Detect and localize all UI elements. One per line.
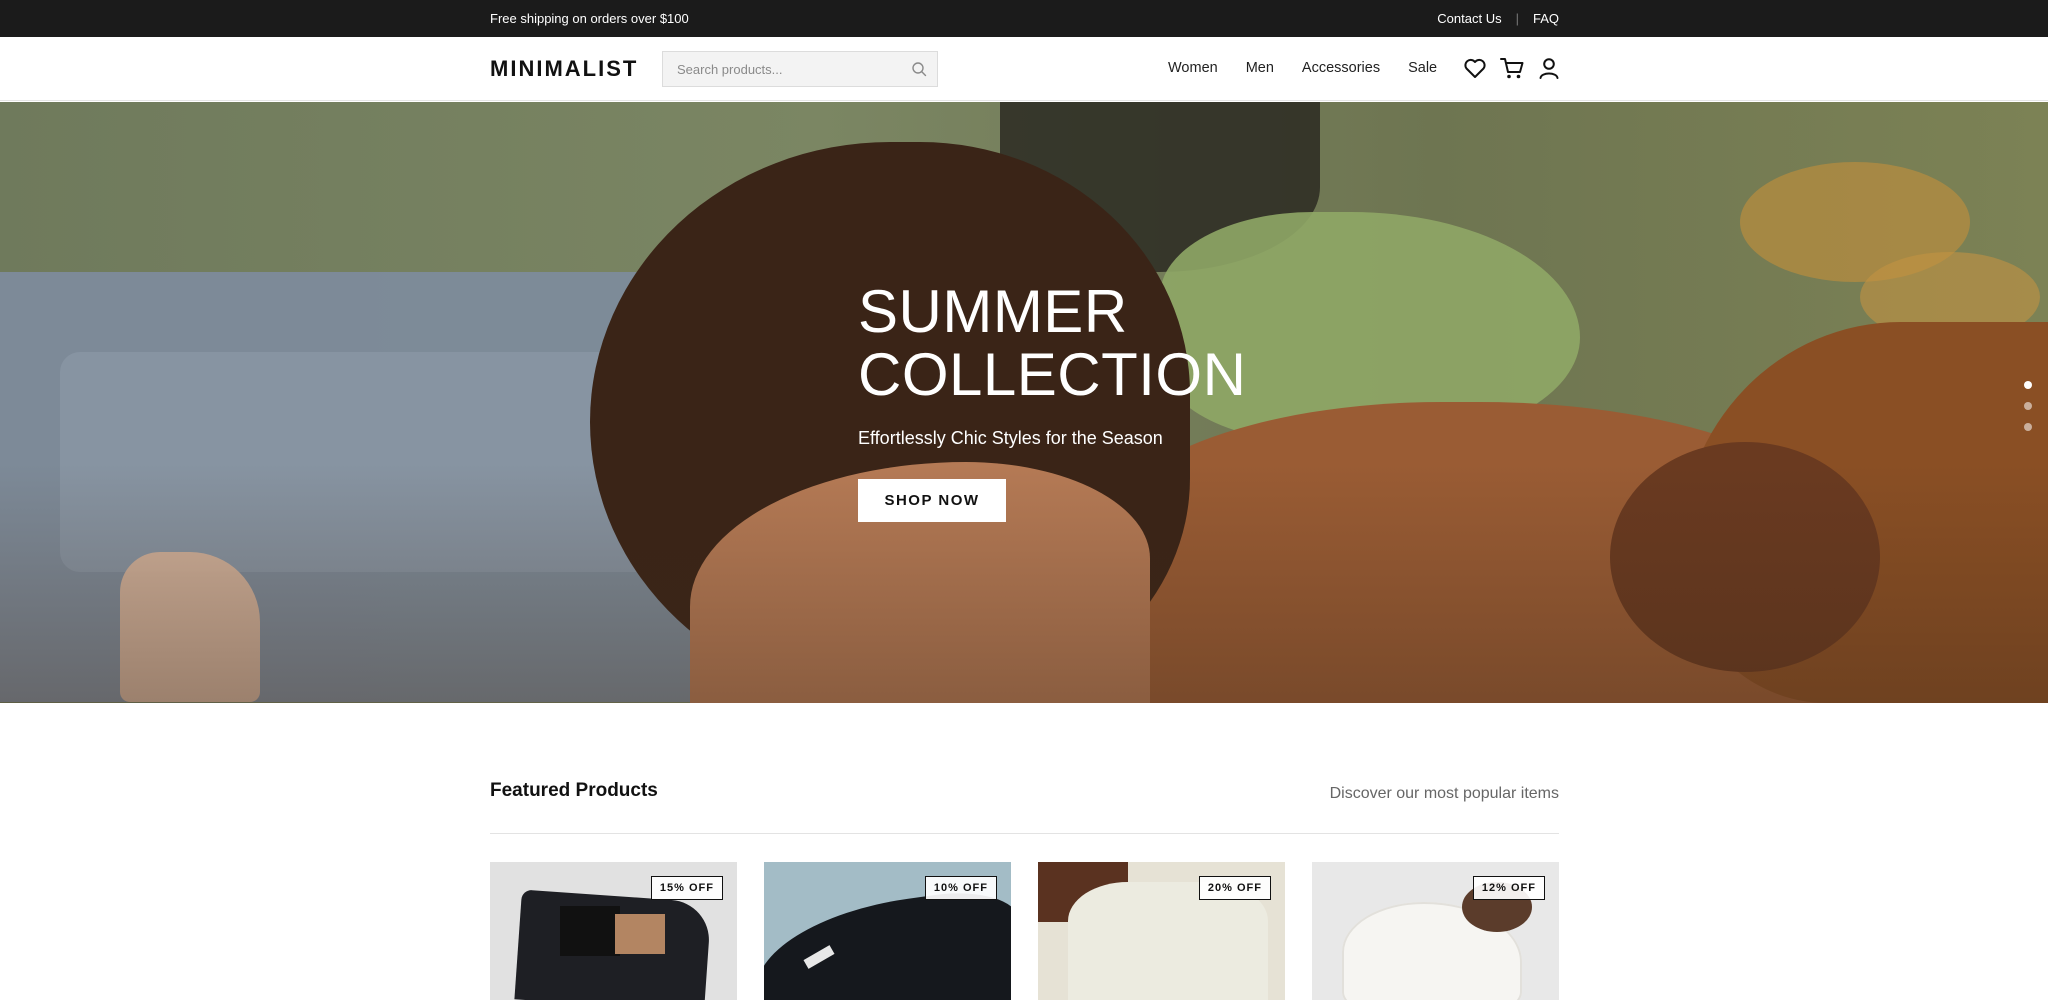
contact-us-link[interactable]: Contact Us [1437, 11, 1501, 26]
featured-title: Featured Products [490, 780, 658, 801]
logo[interactable]: MINIMALIST [490, 56, 638, 82]
hero-content: SUMMER COLLECTION Effortlessly Chic Styl… [858, 280, 1278, 522]
carousel-dot-3[interactable] [2024, 423, 2032, 431]
topbar-links: Contact Us | FAQ [1437, 11, 1559, 26]
hero-title: SUMMER COLLECTION [858, 278, 1247, 408]
free-shipping-text: Free shipping on orders over $100 [490, 11, 689, 26]
nav-item-sale[interactable]: Sale [1408, 60, 1437, 76]
carousel-dots [2024, 381, 2032, 444]
product-card[interactable]: 15% OFF [490, 862, 737, 1000]
header-icons [1462, 55, 1573, 81]
faq-link[interactable]: FAQ [1533, 11, 1559, 26]
search-box [662, 51, 938, 87]
divider [490, 833, 1559, 834]
hero-subtitle: Effortlessly Chic Styles for the Season [858, 428, 1163, 448]
nav-item-accessories[interactable]: Accessories [1302, 60, 1380, 76]
product-card[interactable]: 12% OFF [1312, 862, 1559, 1000]
heart-icon[interactable] [1462, 55, 1488, 81]
cart-icon[interactable] [1499, 55, 1525, 81]
user-icon[interactable] [1536, 55, 1562, 81]
search-input[interactable] [663, 52, 903, 86]
site-header: MINIMALIST Women Men Accessories Sale [0, 37, 2048, 101]
announcement-bar: Free shipping on orders over $100 Contac… [0, 0, 2048, 37]
featured-subtitle: Discover our most popular items [1329, 785, 1559, 802]
search-icon[interactable] [911, 61, 927, 77]
topbar-separator: | [1515, 11, 1519, 26]
product-card[interactable]: 20% OFF [1038, 862, 1285, 1000]
main-nav: Women Men Accessories Sale [1168, 60, 1465, 76]
hero-banner: SUMMER COLLECTION Effortlessly Chic Styl… [0, 102, 2048, 703]
nav-item-men[interactable]: Men [1246, 60, 1274, 76]
discount-badge: 15% OFF [650, 876, 723, 900]
nav-item-women[interactable]: Women [1168, 60, 1218, 76]
product-card[interactable]: 10% OFF [764, 862, 1011, 1000]
product-grid: 15% OFF 10% OFF 20% OFF 12% OFF [490, 862, 1559, 1000]
carousel-dot-2[interactable] [2024, 402, 2032, 410]
shop-now-button[interactable]: SHOP NOW [858, 479, 1006, 522]
discount-badge: 12% OFF [1472, 876, 1545, 900]
carousel-dot-1[interactable] [2024, 381, 2032, 389]
discount-badge: 10% OFF [924, 876, 997, 900]
discount-badge: 20% OFF [1198, 876, 1271, 900]
